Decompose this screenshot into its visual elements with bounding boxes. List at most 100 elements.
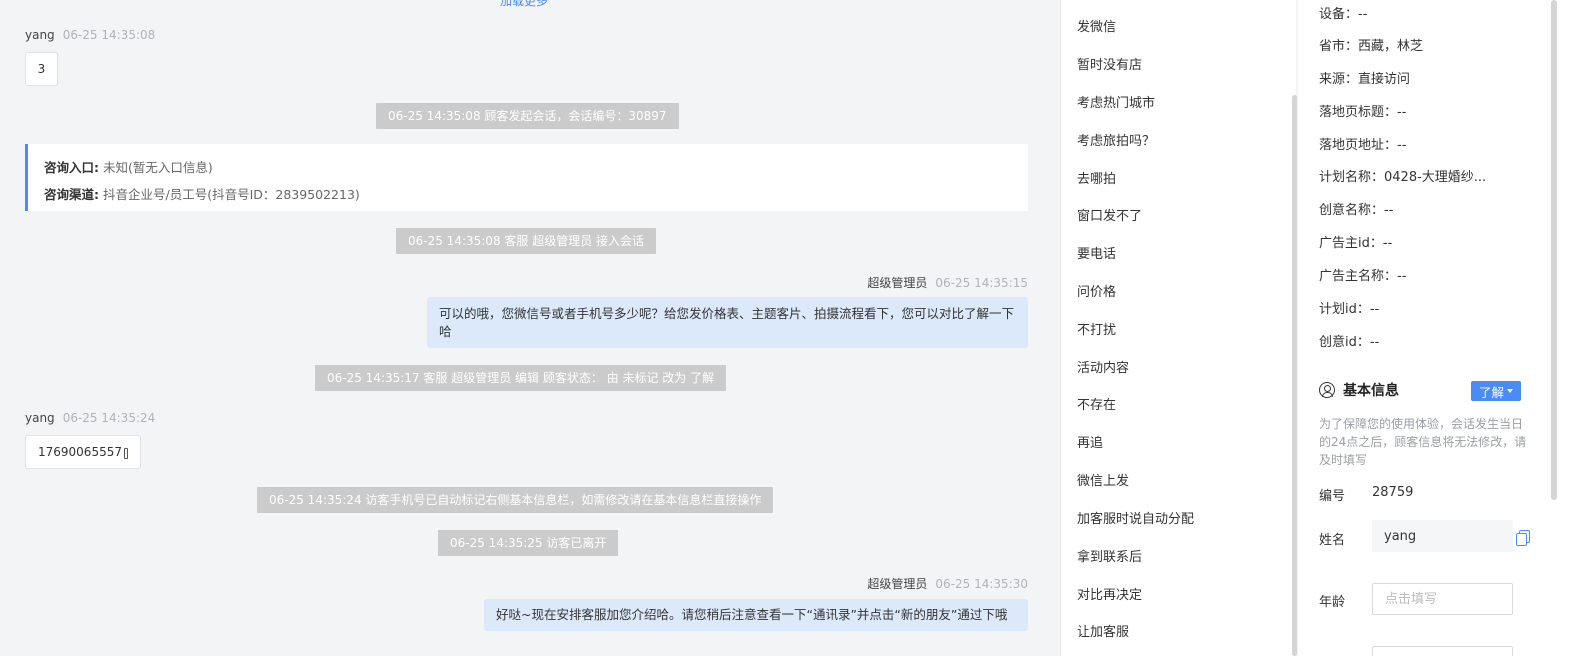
user-circle-icon [1319,382,1335,398]
info-row-landing-title: 落地页标题：-- [1319,101,1406,120]
info-value: 直接访问 [1358,72,1411,87]
info-row-region: 省市：西藏，林芝 [1319,35,1423,54]
info-value: -- [1397,269,1407,284]
section-title-text: 基本信息 [1343,383,1399,399]
message-text: 3 [37,62,46,76]
load-more-link[interactable]: 加载更多 [500,0,548,9]
age-input[interactable] [1372,583,1513,615]
message-sender: 超级管理员 06-25 14:35:30 [867,575,1028,592]
next-field-input[interactable] [1372,646,1513,656]
quick-reply-item[interactable]: 拿到联系后 [1077,546,1142,565]
info-value: -- [1384,203,1394,218]
info-label: 来源： [1319,72,1359,87]
quick-reply-item[interactable]: 不打扰 [1077,319,1116,338]
info-value: 0428-大理婚纱... [1384,170,1487,185]
consult-entry-row: 咨询入口: 未知(暂无入口信息) [44,154,1012,181]
info-label: 广告主id： [1319,236,1383,251]
quick-reply-item[interactable]: 要电话 [1077,243,1116,262]
quick-reply-item[interactable]: 窗口发不了 [1077,205,1142,224]
info-label: 设备： [1319,7,1359,22]
quick-reply-item[interactable]: 对比再决定 [1077,584,1142,603]
info-value: -- [1397,138,1407,153]
id-value: 28759 [1372,485,1414,500]
info-label: 计划id： [1319,302,1370,317]
message-bubble-agent: 好哒~现在安排客服加您介绍哈。请您稍后注意查看一下“通讯录”并点击“新的朋友”通… [484,599,1028,631]
consult-channel-row: 咨询渠道: 抖音企业号/员工号(抖音号ID：2839502213) [44,181,1012,208]
info-row-advertiser-name: 广告主名称：-- [1319,265,1406,284]
info-row-source: 来源：直接访问 [1319,68,1410,87]
consult-info-card: 咨询入口: 未知(暂无入口信息) 咨询渠道: 抖音企业号/员工号(抖音号ID：2… [25,144,1028,211]
info-value: 西藏，林芝 [1358,39,1424,54]
info-label: 落地页标题： [1319,105,1398,120]
copy-icon[interactable] [123,447,128,459]
info-label: 省市： [1319,39,1359,54]
caret-down-icon [1507,389,1513,393]
info-label: 广告主名称： [1319,269,1398,284]
edit-notice: 为了保障您的使用体验，会话发生当日的24点之后，顾客信息将无法修改，请及时填写 [1319,417,1527,467]
consult-entry-value: 未知(暂无入口信息) [102,160,213,175]
message-text: 17690065557 [38,445,122,459]
system-message: 06-25 14:35:24 访客手机号已自动标记右侧基本信息栏，如需修改请在基… [257,487,774,513]
info-value: -- [1369,335,1380,350]
message-bubble-visitor: 17690065557 [25,435,141,469]
message-sender: yang 06-25 14:35:24 [25,411,155,425]
info-row-creative-id: 创意id：-- [1319,331,1379,350]
name-field[interactable]: yang [1372,520,1513,552]
message-time: 06-25 14:35:08 [62,28,156,42]
system-message: 06-25 14:35:25 访客已离开 [438,530,619,556]
quick-reply-item[interactable]: 考虑热门城市 [1077,92,1155,111]
consult-entry-label: 咨询入口: [44,160,99,175]
quick-reply-item[interactable]: 让加客服 [1077,621,1129,640]
consult-channel-value: 抖音企业号/员工号(抖音号ID：2839502213) [102,187,360,202]
name-label: 姓名 [1319,533,1346,548]
system-message: 06-25 14:35:08 顾客发起会话，会话编号：30897 [376,103,679,129]
quick-reply-item[interactable]: 不存在 [1077,394,1116,413]
quick-reply-item[interactable]: 微信上发 [1077,470,1129,489]
quick-reply-item[interactable]: 加客服时说自动分配 [1077,508,1194,527]
quick-reply-item[interactable]: 再追 [1077,432,1103,451]
quick-reply-item[interactable]: 发微信 [1077,16,1116,35]
info-value: -- [1397,105,1407,120]
message-time: 06-25 14:35:24 [62,411,156,425]
message-sender: 超级管理员 06-25 14:35:15 [867,274,1028,291]
info-row-creative-name: 创意名称：-- [1319,199,1393,218]
quick-reply-item[interactable]: 考虑旅拍吗？ [1077,130,1155,149]
sender-name: 超级管理员 [867,577,928,591]
quick-reply-item[interactable]: 活动内容 [1077,357,1129,376]
visitor-info-panel: 设备：-- 省市：西藏，林芝 来源：直接访问 落地页标题：-- 落地页地址：--… [1298,0,1575,656]
message-text: 好哒~现在安排客服加您介绍哈。请您稍后注意查看一下“通讯录”并点击“新的朋友”通… [496,607,1008,622]
message-bubble-visitor: 3 [25,52,58,86]
quick-reply-item[interactable]: 去哪拍 [1077,168,1116,187]
info-row-plan-name: 计划名称：0428-大理婚纱... [1319,166,1486,185]
status-tag-label: 了解 [1478,384,1504,400]
basic-info-title: 基本信息 [1319,380,1399,400]
info-value: -- [1358,7,1368,22]
quick-reply-list: 发微信 暂时没有店 考虑热门城市 考虑旅拍吗？ 去哪拍 窗口发不了 要电话 问价… [1060,0,1296,656]
copy-icon[interactable] [1516,530,1530,546]
quick-reply-item[interactable]: 问价格 [1077,281,1116,300]
quick-reply-scrollbar[interactable] [1292,95,1297,656]
info-label: 计划名称： [1319,170,1385,185]
info-panel-scrollbar[interactable] [1551,0,1557,500]
info-row-plan-id: 计划id：-- [1319,298,1379,317]
message-text: 可以的哦，您微信号或者手机号多少呢？给您发价格表、主题客片、拍摄流程看下，您可以… [439,306,1015,339]
chat-pane: 加载更多 yang 06-25 14:35:08 3 06-25 14:35:08… [0,0,1060,656]
info-value: -- [1382,236,1393,251]
info-row-advertiser-id: 广告主id：-- [1319,232,1392,251]
message-time: 06-25 14:35:15 [935,276,1028,290]
info-label: 落地页地址： [1319,138,1398,153]
info-row-landing-url: 落地页地址：-- [1319,134,1406,153]
quick-reply-item[interactable]: 暂时没有店 [1077,54,1142,73]
system-message: 06-25 14:35:17 客服 超级管理员 编辑 顾客状态： 由 未标记 改… [315,365,727,391]
id-label: 编号 [1319,489,1346,504]
sender-name: yang [25,28,55,42]
info-label: 创意id： [1319,335,1370,350]
consult-channel-label: 咨询渠道: [44,187,99,202]
info-value: -- [1369,302,1380,317]
info-row-device: 设备：-- [1319,3,1367,22]
message-sender: yang 06-25 14:35:08 [25,28,155,42]
customer-status-dropdown[interactable]: 了解 [1471,381,1521,401]
sender-name: 超级管理员 [867,276,928,290]
system-message: 06-25 14:35:08 客服 超级管理员 接入会话 [396,228,657,254]
message-time: 06-25 14:35:30 [935,577,1028,591]
